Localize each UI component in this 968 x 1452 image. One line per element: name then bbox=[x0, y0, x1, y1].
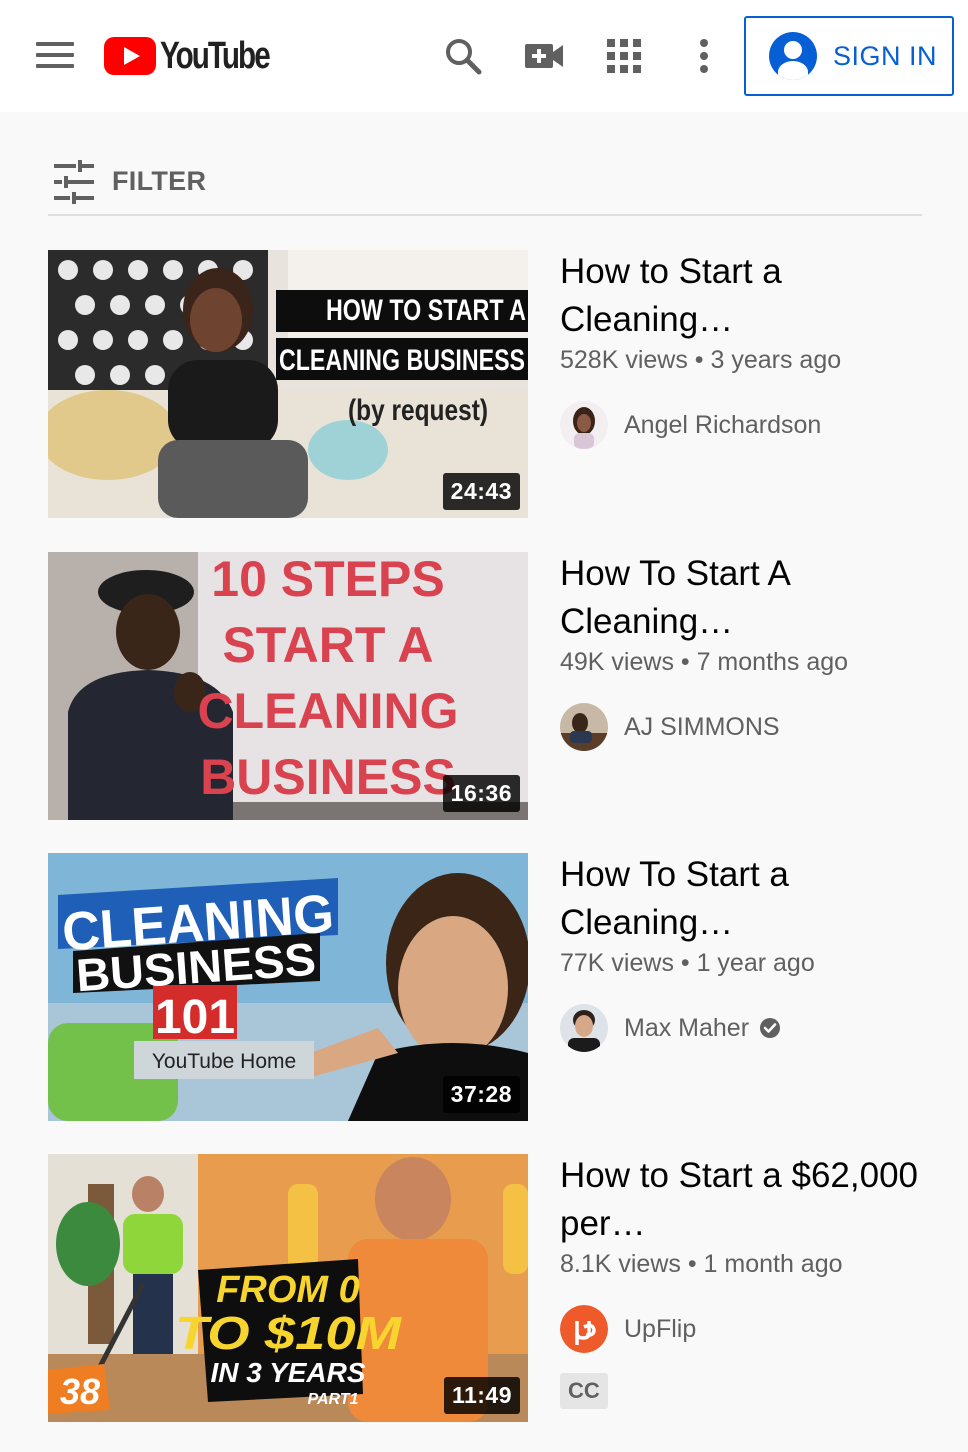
channel-link[interactable]: AJ SIMMONS bbox=[560, 703, 928, 751]
video-title[interactable]: How to Start a Cleaning… bbox=[560, 248, 928, 344]
thumb-text: START A bbox=[222, 617, 433, 673]
video-title[interactable]: How to Start a $62,000 per… bbox=[560, 1152, 928, 1248]
thumb-text: 10 STEPS bbox=[211, 552, 444, 607]
channel-name: Max Maher bbox=[624, 1013, 750, 1042]
video-item[interactable]: HOW TO START A CLEANING BUSINESS (by req… bbox=[48, 250, 928, 518]
thumb-text: (by request) bbox=[348, 394, 488, 427]
filter-button[interactable]: FILTER bbox=[48, 148, 922, 216]
sign-in-button[interactable]: SIGN IN bbox=[744, 16, 954, 96]
video-title[interactable]: How To Start a Cleaning… bbox=[560, 851, 928, 947]
channel-name: UpFlip bbox=[624, 1314, 697, 1343]
channel-avatar bbox=[560, 401, 608, 449]
thumb-text: 38 bbox=[60, 1371, 100, 1412]
thumb-text: BUSINESS bbox=[200, 749, 456, 805]
sign-in-label: SIGN IN bbox=[833, 40, 938, 71]
create-video-icon[interactable] bbox=[518, 30, 570, 82]
channel-name: Angel Richardson bbox=[624, 410, 822, 439]
closed-captions-badge: CC bbox=[560, 1373, 608, 1409]
channel-link[interactable]: Max Maher bbox=[560, 1004, 928, 1052]
channel-avatar bbox=[560, 1004, 608, 1052]
video-thumbnail[interactable]: CLEANING BUSINESS 101 YouTube Home 37:28 bbox=[48, 853, 528, 1121]
apps-icon[interactable] bbox=[598, 30, 650, 82]
thumb-text: PART1 bbox=[308, 1391, 359, 1408]
verified-icon bbox=[760, 1018, 781, 1038]
video-item[interactable]: FROM 0 TO $10M IN 3 YEARS PART1 38 11:49… bbox=[48, 1154, 928, 1422]
thumb-text: IN 3 YEARS bbox=[210, 1357, 365, 1388]
youtube-play-icon bbox=[104, 37, 156, 75]
duration-badge: 37:28 bbox=[442, 1076, 520, 1113]
duration-badge: 11:49 bbox=[443, 1377, 520, 1414]
video-item[interactable]: CLEANING BUSINESS 101 YouTube Home 37:28… bbox=[48, 853, 928, 1121]
video-thumbnail[interactable]: HOW TO START A CLEANING BUSINESS (by req… bbox=[48, 250, 528, 518]
channel-avatar bbox=[560, 703, 608, 751]
thumb-text: FROM 0 bbox=[216, 1269, 360, 1311]
channel-link[interactable]: UpFlip bbox=[560, 1305, 928, 1353]
video-stats: 8.1K views • 1 month ago bbox=[560, 1250, 843, 1278]
video-stats: 528K views • 3 years ago bbox=[560, 346, 842, 374]
video-item[interactable]: 10 STEPS START A CLEANING BUSINESS 16:36… bbox=[48, 552, 928, 820]
more-vert-icon[interactable] bbox=[678, 30, 730, 82]
channel-name: AJ SIMMONS bbox=[624, 712, 780, 741]
top-app-bar: YouTube SIGN IN bbox=[0, 0, 968, 112]
video-stats: 49K views • 7 months ago bbox=[560, 648, 849, 676]
video-thumbnail[interactable]: 10 STEPS START A CLEANING BUSINESS 16:36 bbox=[48, 552, 528, 820]
video-title[interactable]: How To Start A Cleaning… bbox=[560, 550, 928, 646]
logo-text: YouTube bbox=[160, 34, 271, 77]
thumb-text: TO $10M bbox=[175, 1307, 403, 1359]
account-icon bbox=[769, 32, 817, 80]
youtube-logo[interactable]: YouTube bbox=[104, 34, 299, 78]
menu-icon[interactable] bbox=[36, 42, 76, 70]
video-stats: 77K views • 1 year ago bbox=[560, 949, 815, 977]
filter-sliders-icon bbox=[54, 160, 94, 204]
thumb-text: CLEANING BUSINESS bbox=[279, 344, 525, 377]
thumb-text: 101 bbox=[155, 991, 235, 1044]
thumb-text: YouTube Home bbox=[152, 1050, 296, 1073]
thumb-text: HOW TO START A bbox=[326, 294, 526, 327]
duration-badge: 24:43 bbox=[442, 473, 520, 510]
search-icon[interactable] bbox=[437, 30, 489, 82]
video-thumbnail[interactable]: FROM 0 TO $10M IN 3 YEARS PART1 38 11:49 bbox=[48, 1154, 528, 1422]
thumb-text: CLEANING bbox=[197, 683, 458, 739]
duration-badge: 16:36 bbox=[442, 775, 520, 812]
channel-link[interactable]: Angel Richardson bbox=[560, 401, 928, 449]
filter-label: FILTER bbox=[112, 166, 207, 196]
channel-avatar bbox=[560, 1305, 608, 1353]
